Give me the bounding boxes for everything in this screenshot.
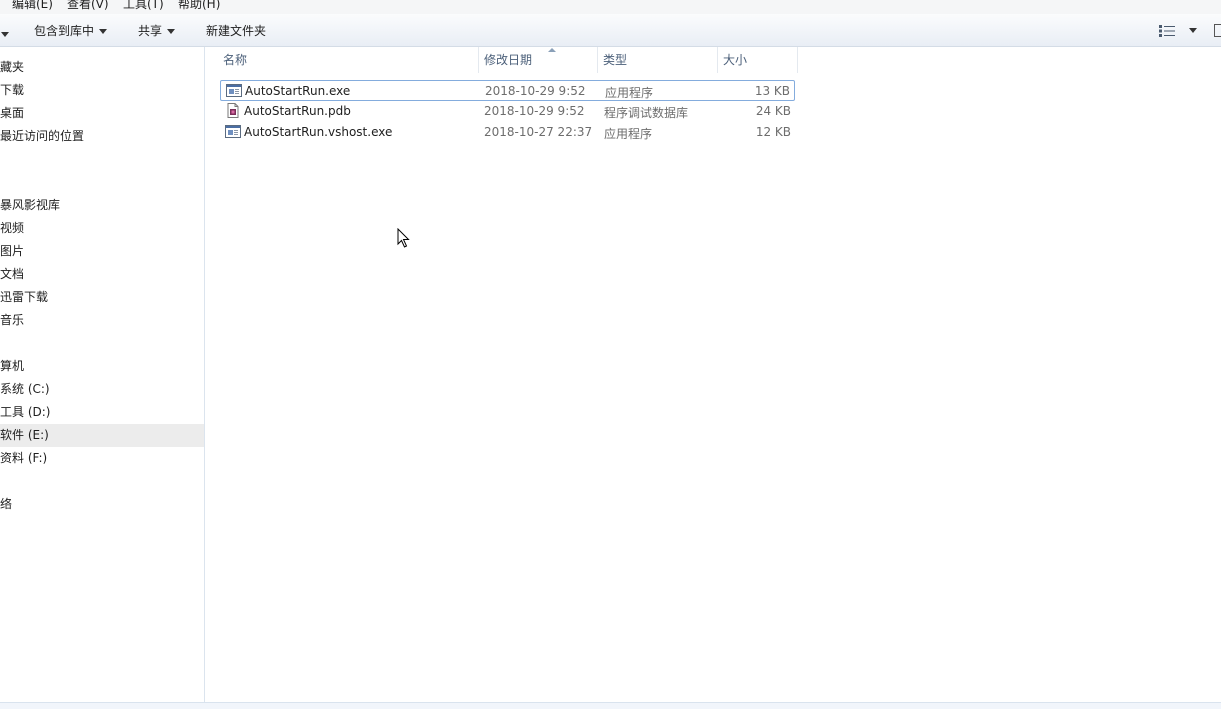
file-size: 12 KB — [755, 125, 791, 139]
nav-item-downloads[interactable]: 下载 — [0, 79, 204, 102]
nav-item-baofeng-library[interactable]: 暴风影视库 — [0, 194, 204, 217]
file-date: 2018-10-27 22:37 — [484, 125, 593, 139]
chevron-down-icon — [99, 29, 108, 34]
nav-item-recent-places[interactable]: 最近访问的位置 — [0, 125, 204, 148]
column-divider[interactable] — [597, 47, 598, 73]
file-type: 应用程序 — [605, 86, 654, 100]
nav-computer-header[interactable]: 算机 — [0, 355, 204, 378]
menu-bar: 编辑(E) 查看(V) 工具(T) 帮助(H) — [0, 0, 1221, 14]
file-row[interactable]: AutoStartRun.exe 2018-10-29 9:52 应用程序 13… — [220, 80, 795, 101]
new-folder-button[interactable]: 新建文件夹 — [206, 22, 266, 39]
column-divider[interactable] — [478, 47, 479, 73]
nav-item-music[interactable]: 音乐 — [0, 309, 204, 332]
mouse-cursor-icon — [397, 228, 410, 248]
chevron-down-icon — [1, 32, 9, 37]
file-type: 应用程序 — [604, 127, 653, 141]
nav-item-drive-f[interactable]: 资料 (F:) — [0, 447, 204, 470]
preview-pane-icon[interactable] — [1214, 24, 1221, 37]
file-size: 24 KB — [755, 104, 791, 118]
file-date: 2018-10-29 9:52 — [485, 84, 586, 98]
column-header-size[interactable]: 大小 — [719, 47, 797, 73]
nav-item-pictures[interactable]: 图片 — [0, 240, 204, 263]
status-bar — [0, 702, 1221, 709]
nav-network-header[interactable]: 络 — [0, 493, 204, 516]
nav-favorites-header[interactable]: 藏夹 — [0, 56, 204, 79]
nav-item-drive-d[interactable]: 工具 (D:) — [0, 401, 204, 424]
nav-item-videos[interactable]: 视频 — [0, 217, 204, 240]
view-options-icon[interactable] — [1159, 25, 1175, 37]
navigation-pane[interactable]: 藏夹 下载 桌面 最近访问的位置 暴风影视库 视频 图片 文档 迅雷下载 音乐 … — [0, 47, 205, 702]
pdb-icon — [227, 103, 239, 118]
menu-tools[interactable]: 工具(T) — [123, 0, 164, 12]
share-label: 共享 — [138, 24, 163, 38]
exe-icon — [225, 125, 241, 138]
nav-item-drive-e[interactable]: 软件 (E:) — [0, 424, 204, 447]
column-header-name[interactable]: 名称 — [219, 47, 479, 73]
file-type: 程序调试数据库 — [604, 106, 689, 120]
menu-edit[interactable]: 编辑(E) — [12, 0, 53, 12]
file-date: 2018-10-29 9:52 — [484, 104, 585, 118]
chevron-down-icon — [167, 29, 176, 34]
file-name: AutoStartRun.exe — [245, 84, 351, 98]
file-size: 13 KB — [754, 84, 790, 98]
file-name: AutoStartRun.pdb — [244, 104, 351, 118]
nav-item-desktop[interactable]: 桌面 — [0, 102, 204, 125]
menu-view[interactable]: 查看(V) — [67, 0, 109, 12]
nav-item-thunder-downloads[interactable]: 迅雷下载 — [0, 286, 204, 309]
column-divider[interactable] — [717, 47, 718, 73]
share-button[interactable]: 共享 — [138, 22, 176, 39]
nav-libraries-header[interactable] — [0, 171, 204, 194]
nav-item-drive-c[interactable]: 系统 (C:) — [0, 378, 204, 401]
file-row[interactable]: AutoStartRun.pdb 2018-10-29 9:52 程序调试数据库… — [220, 101, 795, 122]
organize-dropdown-button[interactable] — [0, 27, 9, 41]
view-dropdown-chevron-icon[interactable] — [1189, 28, 1197, 33]
include-in-library-label: 包含到库中 — [34, 24, 95, 38]
column-header-type[interactable]: 类型 — [599, 47, 717, 73]
nav-item-documents[interactable]: 文档 — [0, 263, 204, 286]
command-toolbar: 包含到库中 共享 新建文件夹 — [0, 14, 1221, 47]
file-row[interactable]: AutoStartRun.vshost.exe 2018-10-27 22:37… — [220, 122, 795, 143]
include-in-library-button[interactable]: 包含到库中 — [34, 22, 108, 39]
column-divider[interactable] — [797, 47, 798, 73]
file-name: AutoStartRun.vshost.exe — [244, 125, 393, 139]
column-header-date[interactable]: 修改日期 — [480, 47, 598, 73]
exe-icon — [226, 84, 242, 97]
menu-help[interactable]: 帮助(H) — [178, 0, 220, 12]
file-list-pane[interactable]: 名称 修改日期 类型 大小 AutoStartRun.exe 2018-10-2… — [205, 47, 1221, 702]
